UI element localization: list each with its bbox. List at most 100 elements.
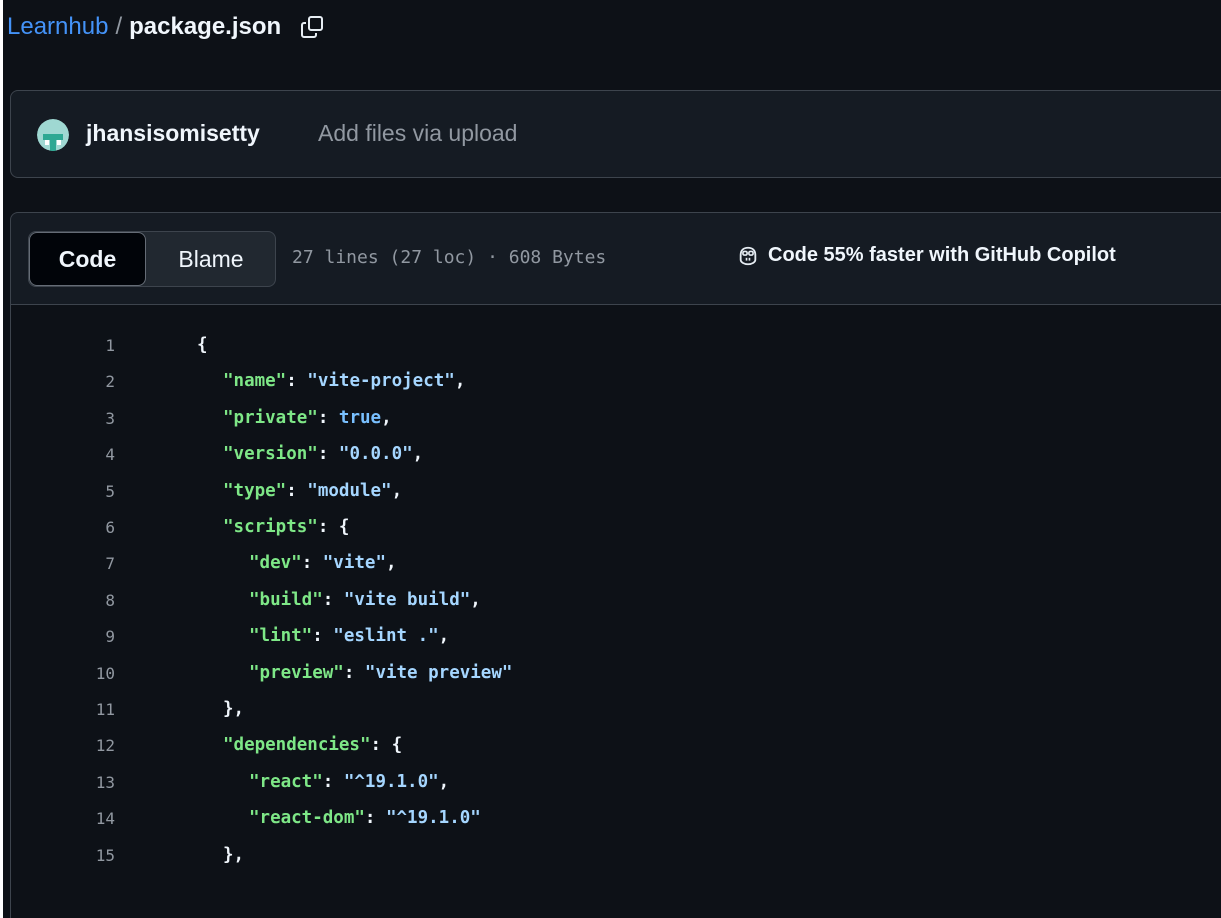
tab-code[interactable]: Code bbox=[29, 232, 146, 286]
code-text: "react": "^19.1.0", bbox=[249, 772, 449, 792]
breadcrumb-separator: / bbox=[115, 13, 123, 40]
line-number[interactable]: 9 bbox=[35, 627, 115, 646]
json-punctuation: , bbox=[412, 444, 424, 465]
json-punctuation: : bbox=[317, 407, 339, 428]
code-text: "scripts": { bbox=[223, 517, 349, 537]
json-key: "scripts" bbox=[223, 517, 318, 537]
code-text: }, bbox=[223, 845, 244, 865]
json-string: "eslint ." bbox=[333, 626, 439, 647]
json-punctuation: : bbox=[322, 771, 344, 792]
line-number[interactable]: 5 bbox=[35, 482, 115, 501]
window-edge bbox=[0, 0, 3, 918]
json-punctuation: : bbox=[312, 626, 334, 647]
json-punctuation: , bbox=[454, 371, 466, 392]
code-line: 13 "react": "^19.1.0", bbox=[11, 770, 1211, 795]
code-text: }, bbox=[223, 699, 244, 719]
json-punctuation: , bbox=[438, 626, 450, 647]
json-string: "vite build" bbox=[343, 589, 471, 610]
json-key: "version" bbox=[223, 444, 318, 465]
json-punctuation: , bbox=[385, 553, 397, 574]
code-line: 7 "dev": "vite", bbox=[11, 551, 1211, 576]
json-string: "0.0.0" bbox=[338, 444, 413, 465]
copilot-promo-label: Code 55% faster with GitHub Copilot bbox=[768, 244, 1116, 266]
code-line: 1{ bbox=[11, 333, 1211, 358]
line-number[interactable]: 13 bbox=[35, 773, 115, 792]
code-line: 4 "version": "0.0.0", bbox=[11, 442, 1211, 467]
json-key: "lint" bbox=[249, 626, 313, 647]
json-literal: true bbox=[338, 407, 382, 428]
code-line: 10 "preview": "vite preview" bbox=[11, 661, 1211, 686]
json-punctuation: : bbox=[286, 480, 308, 501]
line-number[interactable]: 8 bbox=[35, 591, 115, 610]
line-number[interactable]: 3 bbox=[35, 409, 115, 428]
code-text: "lint": "eslint .", bbox=[249, 626, 449, 646]
code-text: "type": "module", bbox=[223, 481, 402, 501]
code-line: 6 "scripts": { bbox=[11, 515, 1211, 540]
line-number[interactable]: 6 bbox=[35, 518, 115, 537]
code-text: "private": true, bbox=[223, 408, 392, 428]
json-string: "vite" bbox=[322, 553, 386, 574]
code-line: 11}, bbox=[11, 697, 1211, 722]
copy-path-button[interactable] bbox=[297, 12, 327, 42]
copy-icon bbox=[301, 16, 324, 38]
line-number[interactable]: 11 bbox=[35, 700, 115, 719]
json-punctuation: : bbox=[364, 808, 386, 829]
file-info: 27 lines (27 loc) · 608 Bytes bbox=[292, 247, 607, 268]
json-key: "type" bbox=[223, 480, 287, 501]
json-string: "vite preview" bbox=[364, 662, 513, 683]
code-text: "name": "vite-project", bbox=[223, 371, 465, 391]
view-mode-toggle: Code Blame bbox=[28, 231, 276, 287]
code-text: "build": "vite build", bbox=[249, 590, 481, 610]
code-line: 2 "name": "vite-project", bbox=[11, 369, 1211, 394]
json-punctuation: : bbox=[317, 444, 339, 465]
code-view[interactable]: 1{2 "name": "vite-project", 3 "private": tr… bbox=[10, 304, 1221, 918]
json-punctuation: , bbox=[381, 407, 392, 428]
tab-blame[interactable]: Blame bbox=[147, 232, 275, 286]
json-key: "name" bbox=[223, 371, 287, 392]
json-punctuation: , bbox=[438, 771, 450, 792]
line-number[interactable]: 1 bbox=[35, 336, 115, 355]
copilot-icon bbox=[739, 246, 757, 265]
code-text: { bbox=[197, 335, 208, 355]
json-string: "module" bbox=[307, 480, 392, 501]
code-text: "dev": "vite", bbox=[249, 553, 397, 573]
code-line: 15}, bbox=[11, 843, 1211, 868]
code-line: 8 "build": "vite build", bbox=[11, 588, 1211, 613]
commit-author-link[interactable]: jhansisomisetty bbox=[86, 120, 260, 147]
latest-commit-box: jhansisomisetty Add files via upload bbox=[10, 90, 1221, 178]
breadcrumb-repo-link[interactable]: Learnhub bbox=[7, 13, 108, 41]
breadcrumb: Learnhub / package.json bbox=[7, 10, 327, 44]
json-key: "preview" bbox=[249, 662, 344, 683]
json-string: "vite-project" bbox=[307, 371, 455, 392]
copilot-promo-link[interactable]: Code 55% faster with GitHub Copilot bbox=[737, 244, 1116, 267]
json-key: "dev" bbox=[249, 553, 302, 574]
json-key: "react" bbox=[249, 771, 323, 792]
line-number[interactable]: 2 bbox=[35, 372, 115, 391]
line-number[interactable]: 12 bbox=[35, 736, 115, 755]
breadcrumb-file-name: package.json bbox=[129, 13, 282, 40]
commit-message-link[interactable]: Add files via upload bbox=[318, 120, 517, 147]
json-punctuation: : bbox=[343, 662, 365, 683]
user-avatar[interactable] bbox=[37, 119, 69, 151]
code-line: 12 "dependencies": { bbox=[11, 733, 1211, 758]
json-key: "react-dom" bbox=[249, 808, 365, 829]
json-punctuation: }, bbox=[223, 699, 245, 719]
json-punctuation: { bbox=[197, 335, 208, 355]
line-number[interactable]: 15 bbox=[35, 846, 115, 865]
json-punctuation: : bbox=[322, 589, 344, 610]
line-number[interactable]: 4 bbox=[35, 445, 115, 464]
line-number[interactable]: 10 bbox=[35, 664, 115, 683]
json-key: "dependencies" bbox=[223, 735, 371, 756]
json-punctuation: , bbox=[391, 480, 403, 501]
json-punctuation: : { bbox=[370, 735, 403, 756]
code-text: "version": "0.0.0", bbox=[223, 444, 423, 464]
json-punctuation: : { bbox=[317, 517, 350, 537]
line-number[interactable]: 7 bbox=[35, 554, 115, 573]
code-line: 5 "type": "module", bbox=[11, 479, 1211, 504]
json-key: "private" bbox=[223, 407, 318, 428]
json-string: "^19.1.0" bbox=[385, 808, 481, 829]
line-number[interactable]: 14 bbox=[35, 809, 115, 828]
json-punctuation: : bbox=[301, 553, 323, 574]
code-text: "dependencies": { bbox=[223, 735, 402, 755]
json-punctuation: }, bbox=[223, 844, 245, 865]
